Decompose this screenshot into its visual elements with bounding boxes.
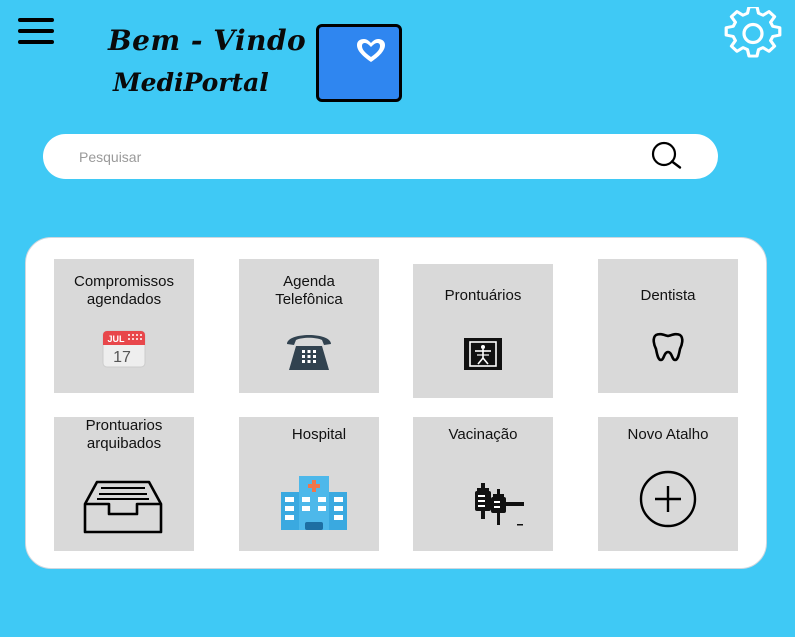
magnifier-icon (651, 141, 682, 169)
tile-label: Agenda Telefônica (275, 273, 343, 308)
tile-dentista[interactable]: Dentista (598, 259, 738, 393)
menu-line (18, 40, 54, 44)
hamburger-menu-icon (18, 18, 54, 22)
tile-label: Novo Atalho (627, 426, 709, 443)
tile-label: Compromissos agendados (73, 273, 175, 308)
tooth-icon (652, 332, 684, 362)
menu-button[interactable] (18, 18, 54, 46)
app-logo (316, 24, 402, 102)
medical-record-icon (464, 338, 502, 370)
heart-icon (357, 39, 385, 62)
calendar-icon: JUL 17 (102, 330, 146, 368)
tile-prontuarios-arquibados[interactable]: Prontuarios arquibados (54, 417, 194, 551)
tile-label: Vacinação (448, 426, 518, 443)
calendar-month: JUL (107, 334, 125, 344)
telephone-icon (287, 335, 331, 370)
tile-hospital[interactable]: Hospital (239, 417, 379, 551)
search-button[interactable] (647, 139, 685, 173)
tile-label: Dentista (640, 287, 696, 304)
hospital-icon (281, 476, 347, 530)
tile-agenda-telefonica[interactable]: Agenda Telefônica (239, 259, 379, 393)
search-input[interactable] (77, 143, 641, 171)
add-circle-icon (639, 470, 697, 528)
tile-label: Prontuarios arquibados (85, 417, 163, 452)
tile-label: Hospital (291, 426, 347, 443)
shortcuts-panel: Compromissos agendados JUL 17 Agenda Tel… (25, 237, 767, 569)
tile-label: Prontuários (444, 287, 522, 304)
tile-vacinacao[interactable]: Vacinação (413, 417, 553, 551)
syringe-icon (475, 483, 524, 526)
gear-icon[interactable] (723, 7, 783, 61)
search-bar (43, 134, 718, 179)
welcome-title: Bem - Vindo (108, 24, 307, 57)
app-name: MediPortal (113, 68, 269, 97)
tile-novo-atalho[interactable]: Novo Atalho (598, 417, 738, 551)
inbox-tray-icon (83, 480, 163, 534)
calendar-day: 17 (113, 349, 131, 366)
tile-prontuarios[interactable]: Prontuários (413, 264, 553, 398)
menu-line (18, 29, 54, 33)
tile-compromissos[interactable]: Compromissos agendados JUL 17 (54, 259, 194, 393)
